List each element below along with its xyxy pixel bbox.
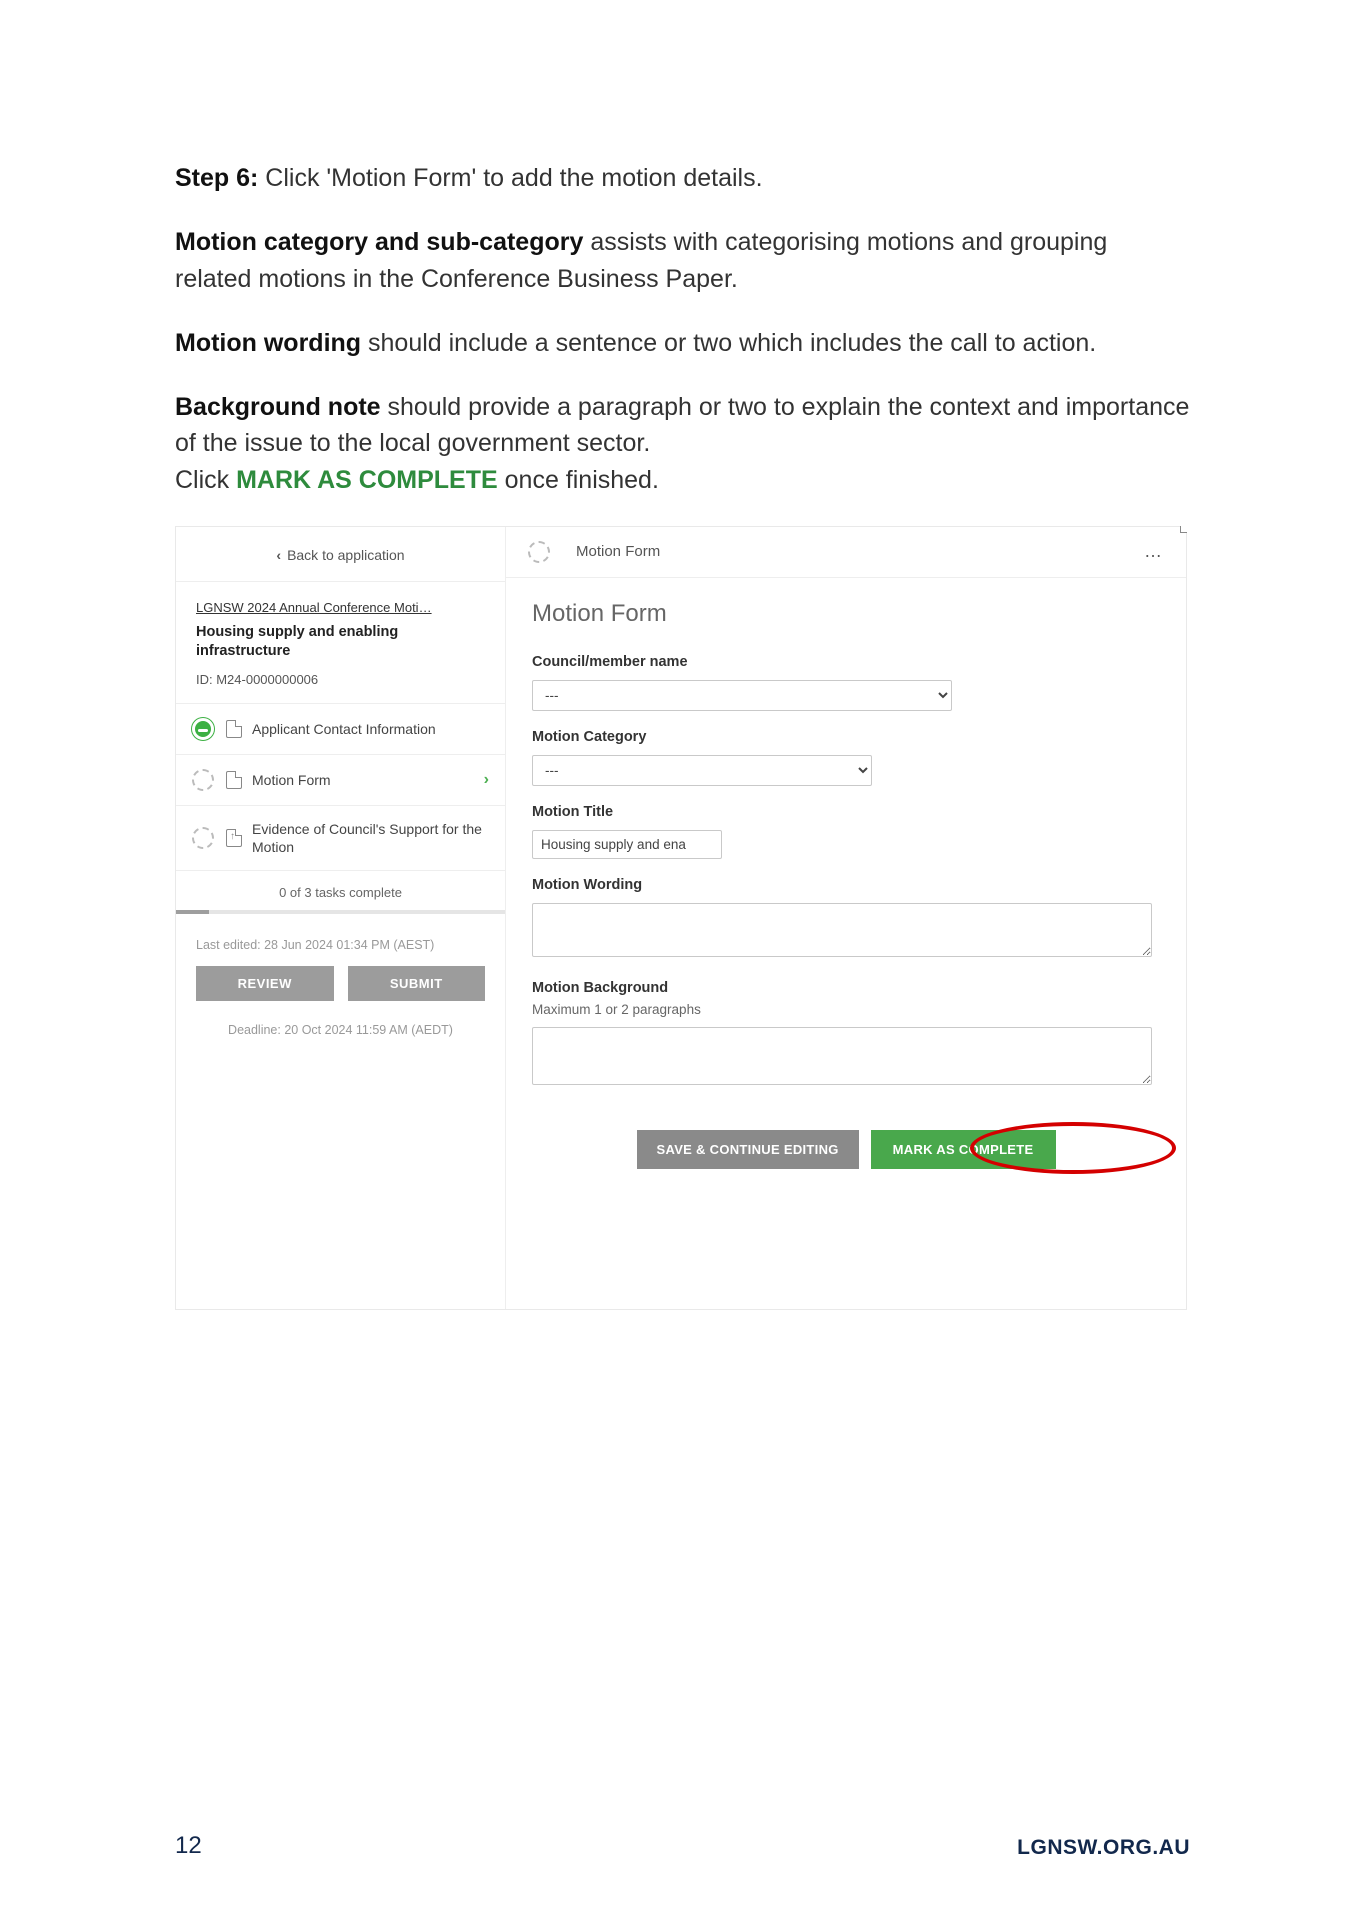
page-number: 12 bbox=[175, 1832, 202, 1860]
background-label: Background note bbox=[175, 393, 381, 421]
save-continue-button[interactable]: SAVE & CONTINUE EDITING bbox=[637, 1130, 859, 1169]
main-header: Motion Form … bbox=[506, 527, 1186, 578]
form-body: Motion Form Council/member name --- Moti… bbox=[506, 578, 1186, 1197]
motion-background-textarea[interactable] bbox=[532, 1027, 1152, 1085]
application-title: Housing supply and enabling infrastructu… bbox=[196, 623, 485, 662]
tasks-complete-count: 0 of 3 tasks complete bbox=[176, 871, 505, 911]
upload-icon bbox=[226, 829, 242, 847]
sidebar-task-motion-form[interactable]: Motion Form › bbox=[176, 755, 505, 806]
main-header-title: Motion Form bbox=[576, 543, 1144, 560]
label-wording: Motion Wording bbox=[532, 877, 1160, 893]
task-label: Motion Form bbox=[252, 771, 484, 789]
main-panel: Motion Form … Motion Form Council/member… bbox=[506, 527, 1186, 1309]
sidebar-task-applicant-contact[interactable]: Applicant Contact Information bbox=[176, 704, 505, 755]
review-button[interactable]: REVIEW bbox=[196, 966, 334, 1001]
page-footer: 12 LGNSW.ORG.AU bbox=[175, 1832, 1190, 1860]
step6-label: Step 6: bbox=[175, 164, 258, 192]
footer-site: LGNSW.ORG.AU bbox=[1017, 1836, 1190, 1860]
label-motion-title: Motion Title bbox=[532, 804, 1160, 820]
click-prefix: Click bbox=[175, 466, 236, 494]
last-edited: Last edited: 28 Jun 2024 01:34 PM (AEST) bbox=[176, 914, 505, 966]
task-label: Evidence of Council's Support for the Mo… bbox=[252, 820, 489, 856]
sidebar: ‹ Back to application LGNSW 2024 Annual C… bbox=[176, 527, 506, 1309]
instruction-text: Step 6: Click 'Motion Form' to add the m… bbox=[175, 160, 1190, 498]
application-id: ID: M24-0000000006 bbox=[196, 672, 485, 687]
status-pending-icon bbox=[528, 541, 550, 563]
application-meta: LGNSW 2024 Annual Conference Moti… Housi… bbox=[176, 582, 505, 704]
app-screenshot: ‹ Back to application LGNSW 2024 Annual C… bbox=[175, 526, 1187, 1310]
help-background: Maximum 1 or 2 paragraphs bbox=[532, 1002, 1160, 1017]
document-icon bbox=[226, 771, 242, 789]
deadline-text: Deadline: 20 Oct 2024 11:59 AM (AEDT) bbox=[176, 1015, 505, 1057]
motion-title-input[interactable] bbox=[532, 830, 722, 859]
task-label: Applicant Contact Information bbox=[252, 720, 489, 738]
label-background: Motion Background bbox=[532, 980, 1160, 996]
category-select[interactable]: --- bbox=[532, 755, 872, 786]
wording-label: Motion wording bbox=[175, 329, 361, 357]
chevron-left-icon: ‹ bbox=[276, 547, 281, 563]
form-title: Motion Form bbox=[532, 600, 1160, 628]
step6-text: Click 'Motion Form' to add the motion de… bbox=[258, 164, 762, 192]
status-complete-icon bbox=[192, 718, 214, 740]
chevron-right-icon: › bbox=[484, 771, 489, 789]
status-pending-icon bbox=[192, 827, 214, 849]
more-options-icon[interactable]: … bbox=[1144, 541, 1164, 562]
back-to-application[interactable]: ‹ Back to application bbox=[176, 527, 505, 582]
conference-link[interactable]: LGNSW 2024 Annual Conference Moti… bbox=[196, 600, 485, 615]
back-label: Back to application bbox=[287, 547, 405, 563]
label-category: Motion Category bbox=[532, 729, 1160, 745]
label-council: Council/member name bbox=[532, 654, 1160, 670]
sidebar-task-evidence[interactable]: Evidence of Council's Support for the Mo… bbox=[176, 806, 505, 871]
wording-text: should include a sentence or two which i… bbox=[361, 329, 1096, 357]
document-icon bbox=[226, 720, 242, 738]
council-select[interactable]: --- bbox=[532, 680, 952, 711]
click-suffix: once finished. bbox=[498, 466, 659, 494]
category-label: Motion category and sub-category bbox=[175, 228, 583, 256]
submit-button[interactable]: SUBMIT bbox=[348, 966, 486, 1001]
motion-wording-textarea[interactable] bbox=[532, 903, 1152, 957]
mark-complete-button[interactable]: MARK AS COMPLETE bbox=[871, 1130, 1056, 1169]
mark-complete-inline: MARK AS COMPLETE bbox=[236, 466, 498, 494]
status-pending-icon bbox=[192, 769, 214, 791]
